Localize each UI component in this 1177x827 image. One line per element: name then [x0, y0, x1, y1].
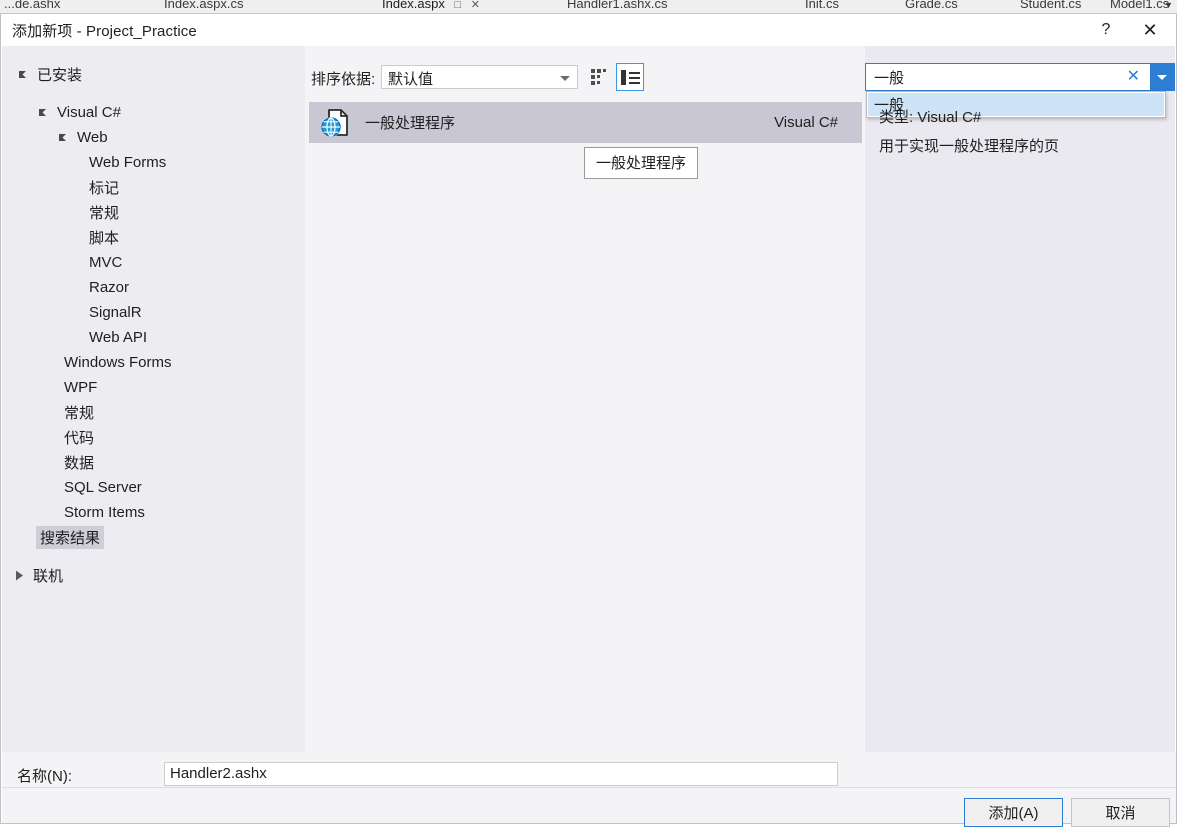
tree-node-label: 常规 [89, 205, 120, 222]
editor-tab-label: Index.aspx.cs [164, 0, 244, 11]
tree-node-label: SQL Server [64, 479, 142, 496]
tree-node-label: 脚本 [89, 230, 120, 247]
tree-node-label: Storm Items [64, 504, 145, 521]
tree-node-label: WPF [64, 379, 98, 396]
tree-node-label: 数据 [64, 455, 95, 472]
editor-tab-active[interactable]: Index.aspx □ ✕ [382, 0, 480, 13]
expander-open-icon[interactable] [18, 69, 30, 81]
tree-node-label: 标记 [89, 180, 120, 197]
detail-type: 类型: Visual C# [879, 109, 982, 126]
add-new-item-dialog: 添加新项 - Project_Practice ? ✕ 已安装 Visual C… [0, 14, 1177, 827]
tree-node-sql-server[interactable]: SQL Server [64, 475, 142, 500]
list-view-glyph [620, 69, 640, 85]
editor-tab-label: Init.cs [805, 0, 839, 11]
sort-by-dropdown[interactable]: 默认值 [381, 65, 578, 89]
handler-file-icon [320, 107, 352, 139]
tree-node-label: Web [77, 129, 108, 146]
tree-node-scripts[interactable]: 脚本 [89, 225, 119, 250]
editor-tab-label: Student.cs [1020, 0, 1082, 11]
close-icon[interactable]: ✕ [471, 0, 480, 11]
editor-tab-label: Handler1.ashx.cs [567, 0, 668, 11]
template-list-item[interactable]: 一般处理程序 Visual C# [309, 102, 862, 143]
add-button[interactable]: 添加(A) [964, 798, 1063, 827]
categories-tree-panel: 已安装 Visual C# Web Web Forms 标记 常规 脚本 MVC… [2, 46, 305, 752]
tree-node-label: Windows Forms [64, 354, 172, 371]
tree-node-label: SignalR [89, 304, 142, 321]
grid-view-icon[interactable] [586, 63, 614, 91]
tree-node-label: Web API [89, 329, 148, 346]
name-input[interactable]: Handler2.ashx [164, 762, 838, 786]
sort-by-label: 排序依据: [311, 71, 376, 88]
editor-tab-label: Grade.cs [905, 0, 958, 11]
tree-node-label: MVC [89, 254, 123, 271]
tree-node-label: 代码 [64, 430, 95, 447]
editor-tab[interactable]: Model1.cs [1110, 0, 1170, 13]
close-icon[interactable]: ✕ [1128, 14, 1172, 46]
tree-node-web-forms[interactable]: Web Forms [89, 150, 166, 175]
tree-node-razor[interactable]: Razor [89, 275, 129, 300]
editor-tab-label: Index.aspx [382, 0, 445, 11]
cancel-button[interactable]: 取消 [1071, 798, 1170, 827]
template-tooltip: 一般处理程序 [584, 147, 699, 179]
tree-node-web-api[interactable]: Web API [89, 325, 147, 350]
chevron-down-icon [1157, 74, 1167, 80]
name-label: 名称(N): [17, 768, 72, 785]
tree-node-label: 联机 [33, 568, 64, 585]
expander-open-icon[interactable] [38, 107, 50, 119]
search-dropdown-button[interactable] [1150, 64, 1174, 90]
tree-node-installed[interactable]: 已安装 [18, 62, 82, 87]
dialog-title: 添加新项 - Project_Practice [12, 23, 197, 40]
clear-search-icon[interactable]: ✕ [1127, 67, 1140, 87]
tree-node-label: Razor [89, 279, 130, 296]
list-view-icon[interactable] [616, 63, 644, 91]
expander-closed-icon[interactable] [14, 570, 26, 582]
grid-view-glyph [591, 69, 609, 85]
search-input[interactable]: 一般 ✕ [865, 63, 1175, 91]
tree-node-code[interactable]: 代码 [64, 425, 94, 450]
editor-tab[interactable]: Grade.cs [905, 0, 958, 13]
tree-node-storm-items[interactable]: Storm Items [64, 500, 145, 525]
chevron-down-icon [560, 76, 570, 81]
tree-node-label: 常规 [64, 405, 95, 422]
expander-open-icon[interactable] [58, 132, 70, 144]
tree-node-windows-forms[interactable]: Windows Forms [64, 350, 172, 375]
tree-node-label: 已安装 [37, 67, 83, 84]
tree-node-markup[interactable]: 标记 [89, 175, 119, 200]
tree-node-data[interactable]: 数据 [64, 450, 94, 475]
detail-description: 用于实现一般处理程序的页 [879, 138, 1060, 155]
editor-tab[interactable]: Init.cs [805, 0, 839, 13]
editor-tab[interactable]: Student.cs [1020, 0, 1082, 13]
editor-tab-label: Model1.cs [1110, 0, 1170, 11]
tree-node-signalr[interactable]: SignalR [89, 300, 142, 325]
help-icon[interactable]: ? [1084, 14, 1128, 46]
tree-node-label: Visual C# [57, 104, 121, 121]
editor-tab[interactable]: ...de.ashx [4, 0, 61, 13]
editor-tab[interactable]: Handler1.ashx.cs [567, 0, 668, 13]
sort-by-value: 默认值 [388, 71, 434, 88]
tree-node-general-2[interactable]: 常规 [64, 400, 94, 425]
tree-node-mvc[interactable]: MVC [89, 250, 122, 275]
tree-node-web[interactable]: Web [58, 125, 108, 150]
editor-tab[interactable]: Index.aspx.cs [164, 0, 244, 13]
tab-overflow-chevron-icon[interactable]: ▼ [1164, 0, 1173, 10]
tree-node-wpf[interactable]: WPF [64, 375, 97, 400]
search-input-value: 一般 [874, 70, 905, 87]
editor-tab-label: ...de.ashx [4, 0, 61, 11]
tree-node-online[interactable]: 联机 [14, 563, 63, 588]
tree-node-visual-csharp[interactable]: Visual C# [38, 100, 121, 125]
template-language: Visual C# [774, 114, 838, 131]
tree-node-search-results[interactable]: 搜索结果 [36, 525, 105, 550]
pin-icon[interactable]: □ [455, 0, 462, 11]
tree-node-general[interactable]: 常规 [89, 200, 119, 225]
editor-tab-strip: ...de.ashx Index.aspx.cs Index.aspx □ ✕ … [0, 0, 1177, 14]
tree-node-label: 搜索结果 [36, 526, 105, 549]
tree-node-label: Web Forms [89, 154, 167, 171]
dialog-title-bar: 添加新项 - Project_Practice ? ✕ [1, 14, 1176, 46]
template-name: 一般处理程序 [365, 115, 456, 132]
